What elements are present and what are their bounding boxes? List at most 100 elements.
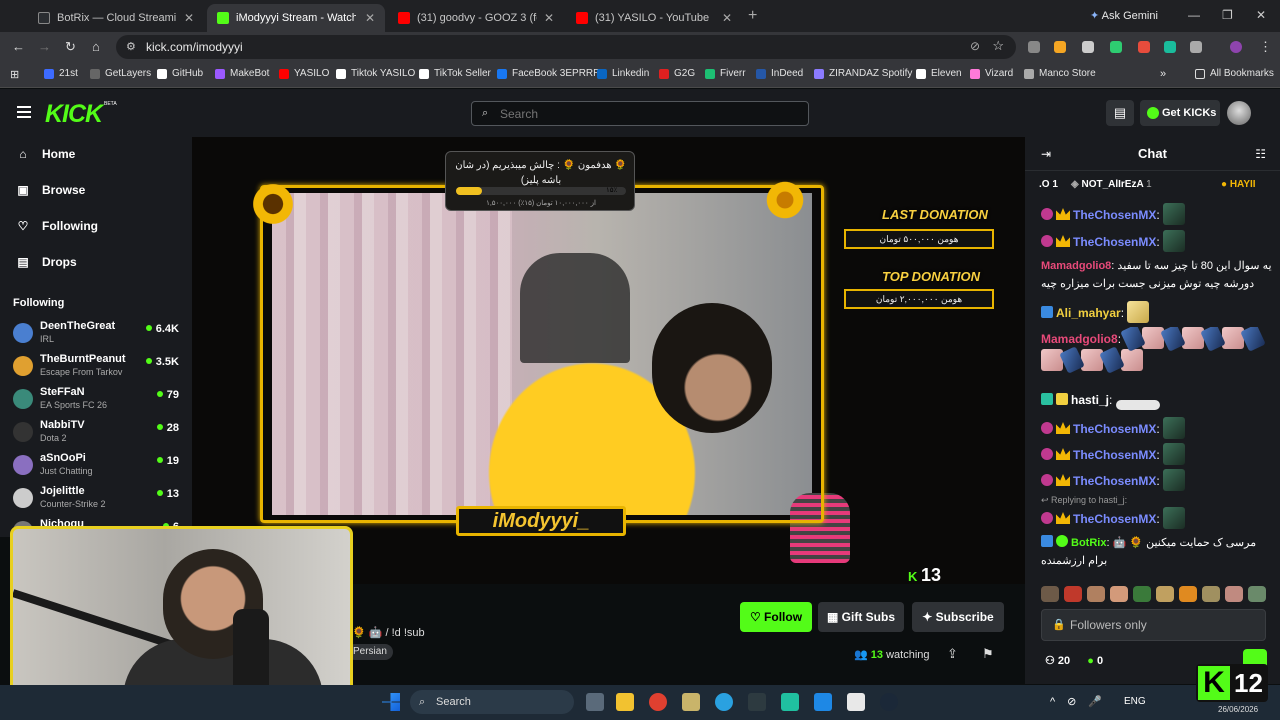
address-bar[interactable]: ⚙ kick.com/imodyyyi ⊘ ☆ [116, 35, 1016, 59]
nav-drops[interactable]: ▤ Drops [16, 255, 76, 269]
bookmark-item[interactable]: MakeBot [215, 68, 269, 79]
all-bookmarks[interactable]: All Bookmarks [1195, 68, 1274, 79]
bookmark-item[interactable]: TikTok Seller [419, 68, 491, 79]
chat-input[interactable]: 🔒 Followers only [1041, 609, 1266, 641]
extensions-puzzle-icon[interactable] [1190, 41, 1202, 53]
extension-icon[interactable] [1164, 41, 1176, 53]
close-tab-icon[interactable]: ✕ [722, 11, 732, 25]
extension-icon[interactable] [1028, 41, 1040, 53]
bookmark-item[interactable]: Manco Store [1024, 68, 1096, 79]
file-explorer-icon[interactable] [616, 693, 634, 711]
following-channel[interactable]: aSnOoPi Just Chatting 19 [13, 452, 183, 482]
emote-button[interactable] [1225, 586, 1243, 602]
extension-icon[interactable] [1082, 41, 1094, 53]
minimize-button[interactable]: — [1188, 8, 1200, 22]
apps-grid-icon[interactable]: ⊞ [10, 68, 19, 81]
taskbar-date[interactable]: 26/06/2026 [1218, 705, 1258, 714]
nav-browse[interactable]: ▣ Browse [16, 183, 85, 197]
bookmark-item[interactable]: Tiktok YASILO [336, 68, 415, 79]
profile-avatar[interactable] [1230, 41, 1242, 53]
bookmark-item[interactable]: ZIRANDAZ Spotify [814, 68, 912, 79]
bookmark-item[interactable]: Fiverr [705, 68, 746, 79]
following-channel[interactable]: SteFFaN EA Sports FC 26 79 [13, 386, 183, 416]
kick-logo[interactable]: KICK [45, 100, 103, 129]
nav-home[interactable]: ⌂ Home [16, 147, 75, 161]
report-icon[interactable]: ⚑ [982, 646, 994, 662]
steam-icon[interactable] [880, 693, 898, 711]
bookmark-star-icon[interactable]: ☆ [992, 38, 1004, 54]
emote-button[interactable] [1087, 586, 1105, 602]
forward-button[interactable]: → [38, 39, 51, 54]
browser-tab[interactable]: (31) goodvy - GOOZ 3 (feat. Bal ✕ [388, 4, 564, 32]
back-button[interactable]: ← [12, 39, 25, 54]
emote-button[interactable] [1041, 586, 1059, 602]
cast-icon[interactable]: ⊘ [970, 39, 980, 53]
input-language[interactable]: ENG [1124, 696, 1146, 707]
bookmark-item[interactable]: YASILO [279, 68, 329, 79]
telegram-icon[interactable] [715, 693, 733, 711]
close-window-button[interactable]: ✕ [1256, 8, 1266, 22]
extension-icon[interactable] [1138, 41, 1150, 53]
emote-button[interactable] [1202, 586, 1220, 602]
follow-button[interactable]: ♡ Follow [740, 602, 812, 632]
chat-users-icon[interactable]: ☷ [1255, 147, 1266, 161]
following-channel[interactable]: DeenTheGreat IRL 6.4K [13, 320, 183, 350]
emote-button[interactable] [1179, 586, 1197, 602]
browser-menu-icon[interactable]: ⋮ [1259, 39, 1272, 55]
home-button[interactable]: ⌂ [92, 39, 100, 54]
nav-following[interactable]: ♡ Following [16, 219, 98, 233]
share-icon[interactable]: ⇪ [947, 646, 958, 662]
new-tab-button[interactable]: + [748, 7, 757, 25]
following-channel[interactable]: Jojelittle Counter-Strike 2 13 [13, 485, 183, 515]
gift-subs-button[interactable]: ▦ Gift Subs [818, 602, 904, 632]
language-tag[interactable]: Persian [347, 644, 393, 660]
close-tab-icon[interactable]: ✕ [544, 11, 554, 25]
bookmark-item[interactable]: GetLayers [90, 68, 151, 79]
get-kicks-button[interactable]: Get KICKs [1140, 100, 1220, 126]
terminal-icon[interactable] [748, 693, 766, 711]
emote-button[interactable] [1248, 586, 1266, 602]
bookmark-item[interactable]: Linkedin [597, 68, 649, 79]
extension-icon[interactable] [1110, 41, 1122, 53]
leaderboard-user[interactable]: ● HAYII [1221, 179, 1256, 190]
video-player[interactable]: 🌻 هدفمون 🌻 : چالش میبذیریم (در شان باشه … [192, 137, 1025, 585]
emote-button[interactable] [1133, 586, 1151, 602]
emote-button[interactable] [1064, 586, 1082, 602]
library-button[interactable]: ▤ [1106, 100, 1134, 126]
windows-start-icon[interactable] [382, 693, 400, 711]
search-input[interactable] [500, 107, 790, 121]
reload-button[interactable]: ↻ [65, 39, 76, 55]
user-avatar[interactable] [1227, 101, 1251, 125]
emote-button[interactable] [1156, 586, 1174, 602]
bookmark-item[interactable]: InDeed [756, 68, 803, 79]
system-tray-icons[interactable]: ^⊘🎤 [1050, 695, 1114, 708]
bookmark-item[interactable]: Eleven [916, 68, 962, 79]
close-tab-icon[interactable]: ✕ [365, 11, 375, 25]
chrome-icon[interactable] [649, 693, 667, 711]
browser-tab[interactable]: (31) YASILO - YouTube ✕ [566, 4, 742, 32]
vscode-icon[interactable] [814, 693, 832, 711]
task-view-icon[interactable] [586, 693, 604, 711]
more-bookmarks-chevron-icon[interactable]: » [1160, 68, 1166, 80]
browser-tab[interactable]: BotRix — Cloud Streaming Bot ✕ [28, 4, 204, 32]
search-bar[interactable]: ⌕ [471, 101, 809, 126]
ask-gemini-button[interactable]: ✦ Ask Gemini [1090, 9, 1158, 22]
restore-button[interactable]: ❐ [1222, 8, 1233, 22]
leaderboard-user[interactable]: ◈ NOT_AlIrEzA 1 [1071, 179, 1152, 190]
subscribe-button[interactable]: ✦ Subscribe [912, 602, 1004, 632]
bookmark-item[interactable]: Vizard [970, 68, 1013, 79]
following-channel[interactable]: NabbiTV Dota 2 28 [13, 419, 183, 449]
bookmark-item[interactable]: G2G [659, 68, 695, 79]
app-icon[interactable] [781, 693, 799, 711]
close-tab-icon[interactable]: ✕ [184, 11, 194, 25]
app-icon[interactable] [682, 693, 700, 711]
bookmark-item[interactable]: FaceBook 3EPRRR [497, 68, 600, 79]
following-channel[interactable]: TheBurntPeanut Escape From Tarkov 3.5K [13, 353, 183, 383]
notepad-icon[interactable] [847, 693, 865, 711]
emote-button[interactable] [1110, 586, 1128, 602]
browser-tab-active[interactable]: iModyyyi Stream - Watch Li ✕ [207, 4, 385, 32]
bookmark-item[interactable]: GitHub [157, 68, 203, 79]
taskbar-search[interactable]: ⌕ Search [410, 690, 574, 714]
menu-hamburger-icon[interactable] [17, 106, 31, 118]
extension-icon[interactable] [1054, 41, 1066, 53]
